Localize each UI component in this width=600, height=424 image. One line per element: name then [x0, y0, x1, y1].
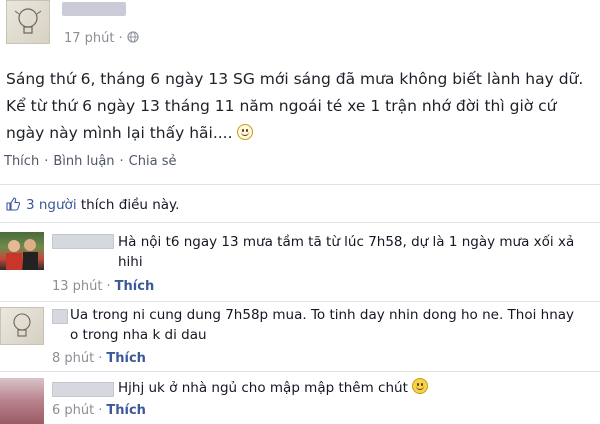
share-link[interactable]: Chia sẻ	[129, 154, 177, 169]
comment-text: Hà nội t6 ngay 13 mưa tầm tã từ lúc 7h58…	[118, 232, 598, 272]
divider	[0, 222, 600, 223]
poster-avatar[interactable]	[6, 0, 50, 44]
divider	[0, 301, 600, 302]
likers-count-link[interactable]: 3 người	[26, 197, 77, 213]
divider	[0, 184, 600, 185]
post-line-3: ngày này mình lại thấy hãi....	[6, 124, 233, 142]
comment-meta: 8 phút · Thích	[52, 351, 146, 366]
separator-dot: ·	[118, 31, 123, 46]
post-timestamp-row: 17 phút ·	[64, 31, 139, 46]
like-link[interactable]: Thích	[4, 154, 39, 169]
comment-link[interactable]: Bình luận	[53, 154, 114, 169]
commenter-name-redacted[interactable]	[52, 382, 114, 397]
comment-meta: 6 phút · Thích	[52, 403, 146, 418]
post-body: Sáng thứ 6, tháng 6 ngày 13 SG mới sáng …	[6, 66, 598, 147]
lightbulb-sketch-icon	[14, 8, 42, 34]
post-actions: Thích · Bình luận · Chia sẻ	[4, 154, 177, 169]
comment-text: Ua trong ni cung dung 7h58p mua. To tinh…	[70, 305, 598, 345]
likes-summary: 3 người thích điều này.	[6, 197, 179, 213]
likes-suffix: thích điều này.	[80, 197, 180, 213]
post-line-1: Sáng thứ 6, tháng 6 ngày 13 SG mới sáng …	[6, 70, 584, 88]
lightbulb-sketch-icon	[13, 313, 31, 337]
comment-time[interactable]: 8 phút	[52, 351, 94, 366]
comment-time[interactable]: 13 phút	[52, 279, 103, 294]
comment-time[interactable]: 6 phút	[52, 403, 94, 418]
thumbs-up-icon	[6, 197, 20, 211]
globe-icon[interactable]	[127, 31, 139, 43]
comment-2-text: Ua trong ni cung dung 7h58p mua. To tinh…	[70, 307, 575, 343]
commenter-name-redacted[interactable]	[52, 234, 114, 249]
comment-like-link[interactable]: Thích	[106, 351, 146, 366]
commenter-avatar[interactable]	[0, 378, 44, 424]
commenter-photo	[6, 239, 38, 270]
commenter-avatar[interactable]	[0, 232, 44, 270]
comment-text: Hjhj uk ở nhà ngủ cho mập mập thêm chút	[118, 378, 598, 398]
post-line-2: Kể từ thứ 6 ngày 13 tháng 11 năm ngoái t…	[6, 97, 557, 115]
commenter-avatar[interactable]	[0, 307, 44, 345]
comment-like-link[interactable]: Thích	[106, 403, 146, 418]
commenter-name-redacted[interactable]	[52, 309, 68, 324]
post-timestamp[interactable]: 17 phút	[64, 31, 115, 46]
smiley-icon	[412, 378, 429, 394]
comment-3-text: Hjhj uk ở nhà ngủ cho mập mập thêm chút	[118, 380, 408, 396]
divider	[0, 371, 600, 372]
comment-1-text: Hà nội t6 ngay 13 mưa tầm tã từ lúc 7h58…	[118, 234, 575, 270]
smiley-icon	[237, 124, 254, 140]
comment-like-link[interactable]: Thích	[115, 279, 155, 294]
poster-name-redacted[interactable]	[62, 2, 126, 16]
comment-meta: 13 phút · Thích	[52, 279, 155, 294]
